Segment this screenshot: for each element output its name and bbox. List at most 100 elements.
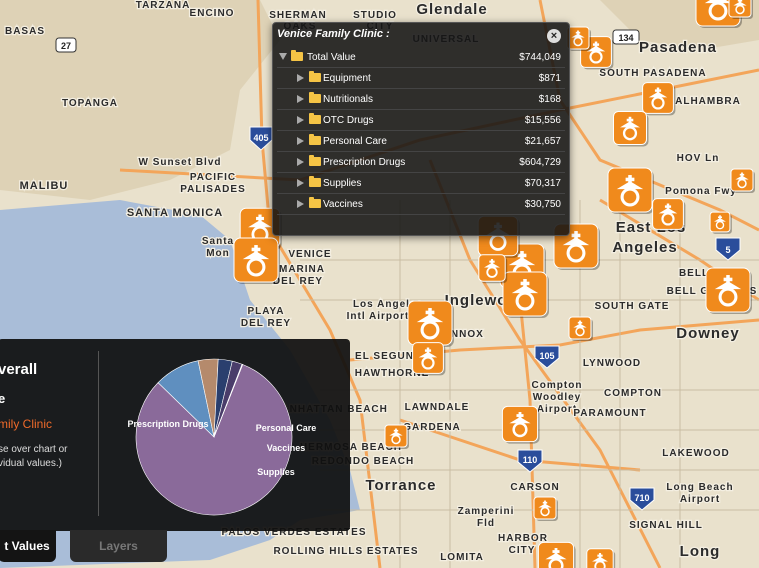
map-label: HOV Ln — [677, 153, 720, 164]
map-label: MALIBU — [20, 180, 69, 192]
tree-row-label: Nutritionals — [323, 94, 374, 105]
map-label: Mon — [206, 248, 230, 259]
panel-clinic-name: mily Clinic — [0, 417, 52, 431]
map-label: DEL REY — [273, 276, 323, 287]
tree-row-label: OTC Drugs — [323, 115, 374, 126]
map-label: Intl Airport — [347, 311, 410, 322]
tree-row-label: Total Value — [307, 52, 356, 63]
map-label: Zamperini — [458, 506, 515, 517]
pie-slice-label: Supplies — [257, 467, 295, 477]
clinic-marker-icon[interactable] — [730, 168, 755, 193]
map-label: COMPTON — [604, 388, 662, 399]
map-label: Airport — [680, 494, 720, 505]
map-label: ROLLING HILLS ESTATES — [273, 546, 418, 557]
clinic-marker-icon[interactable] — [642, 82, 676, 116]
tree-row-value: $30,750 — [524, 199, 561, 210]
value-tree: Total Value $744,049 Equipment $871 Nutrit… — [277, 47, 565, 215]
map-label: Airport — [537, 404, 577, 415]
map-label: CARSON — [510, 482, 559, 493]
expand-arrow-icon[interactable] — [297, 158, 304, 166]
folder-icon — [309, 155, 321, 166]
tree-row-label: Personal Care — [323, 136, 387, 147]
folder-icon — [309, 176, 321, 187]
tree-row[interactable]: Vaccines $30,750 — [277, 194, 565, 215]
tree-row-label: Equipment — [323, 73, 371, 84]
map-label: LAKEWOOD — [662, 448, 729, 459]
panel-hint-line1: se over chart or — [0, 444, 68, 455]
folder-icon — [309, 71, 321, 82]
clinic-marker-icon[interactable] — [412, 342, 446, 376]
tab-values[interactable]: t Values — [0, 530, 56, 562]
collapse-arrow-icon[interactable] — [279, 53, 287, 60]
clinic-marker-icon[interactable] — [607, 167, 654, 214]
map-label: TOPANGA — [62, 98, 118, 109]
panel-hint: se over chart or vidual values.) — [0, 443, 94, 471]
map-label: SIGNAL HILL — [629, 520, 703, 531]
map-label: SOUTH PASADENA — [599, 68, 706, 79]
pie-chart[interactable]: Prescription Drugs Personal Care Vaccines S… — [118, 347, 348, 527]
clinic-marker-icon[interactable] — [652, 198, 686, 232]
tree-row[interactable]: Prescription Drugs $604,729 — [277, 152, 565, 173]
popup-title: Venice Family Clinic : — [277, 28, 390, 40]
folder-icon — [309, 113, 321, 124]
map-label: PARAMOUNT — [573, 408, 646, 419]
map-label: Glendale — [416, 1, 487, 18]
tree-row[interactable]: OTC Drugs $15,556 — [277, 110, 565, 131]
expand-arrow-icon[interactable] — [297, 179, 304, 187]
folder-icon — [309, 92, 321, 103]
clinic-marker-icon[interactable] — [566, 26, 591, 51]
clinic-marker-icon[interactable] — [728, 0, 753, 19]
panel-divider — [98, 351, 99, 516]
clinic-marker-icon[interactable] — [502, 271, 549, 318]
tree-row[interactable]: Personal Care $21,657 — [277, 131, 565, 152]
clinic-marker-icon[interactable] — [233, 237, 280, 284]
clinic-marker-icon[interactable] — [407, 300, 454, 347]
clinic-marker-icon[interactable] — [586, 548, 616, 568]
clinic-marker-icon[interactable] — [568, 316, 593, 341]
pie-slice-label: Prescription Drugs — [127, 419, 208, 429]
svg-text:5: 5 — [725, 245, 730, 255]
tree-row-label: Vaccines — [323, 199, 363, 210]
map-label: STUDIO — [353, 10, 397, 21]
tree-row[interactable]: Supplies $70,317 — [277, 173, 565, 194]
map-label: GARDENA — [403, 422, 461, 433]
expand-arrow-icon[interactable] — [297, 200, 304, 208]
expand-arrow-icon[interactable] — [297, 95, 304, 103]
expand-arrow-icon[interactable] — [297, 74, 304, 82]
clinic-marker-icon[interactable] — [501, 405, 540, 444]
map-label: ALHAMBRA — [675, 96, 741, 107]
tree-row[interactable]: Equipment $871 — [277, 68, 565, 89]
close-icon[interactable]: × — [547, 29, 561, 43]
map-label: Pasadena — [639, 39, 717, 56]
map-label: Long Beach — [666, 482, 733, 493]
clinic-marker-icon[interactable] — [705, 267, 752, 314]
shield-27: 27 — [55, 37, 77, 53]
clinic-popup: Venice Family Clinic : × Total Value $74… — [272, 22, 570, 236]
map-label: Santa — [202, 236, 234, 247]
panel-title: verall — [0, 361, 38, 378]
map-label: SHERMAN — [269, 10, 327, 21]
pie-slice-label: Personal Care — [256, 423, 317, 433]
tree-row-value: $168 — [538, 94, 561, 105]
expand-arrow-icon[interactable] — [297, 137, 304, 145]
map-label: Angeles — [612, 239, 677, 256]
clinic-marker-icon[interactable] — [709, 211, 732, 234]
tab-layers[interactable]: Layers — [70, 530, 167, 562]
tree-row-total[interactable]: Total Value $744,049 — [277, 47, 565, 68]
svg-text:134: 134 — [618, 33, 633, 43]
overall-panel: verall e mily Clinic se over chart or vi… — [0, 339, 350, 531]
map-label: Compton — [532, 380, 583, 391]
map-label: SOUTH GATE — [595, 301, 670, 312]
expand-arrow-icon[interactable] — [297, 116, 304, 124]
clinic-marker-icon[interactable] — [533, 496, 558, 521]
map-label: Fld — [477, 518, 495, 529]
tree-row[interactable]: Nutritionals $168 — [277, 89, 565, 110]
pie-slice-label: Vaccines — [267, 443, 306, 453]
map-label: VENICE — [288, 249, 331, 260]
clinic-marker-icon[interactable] — [478, 254, 508, 284]
clinic-marker-icon[interactable] — [384, 424, 409, 449]
map-label: Pomona Fwy — [665, 186, 737, 197]
panel-hint-line2: vidual values.) — [0, 458, 62, 469]
clinic-marker-icon[interactable] — [537, 541, 576, 568]
clinic-marker-icon[interactable] — [613, 111, 649, 147]
